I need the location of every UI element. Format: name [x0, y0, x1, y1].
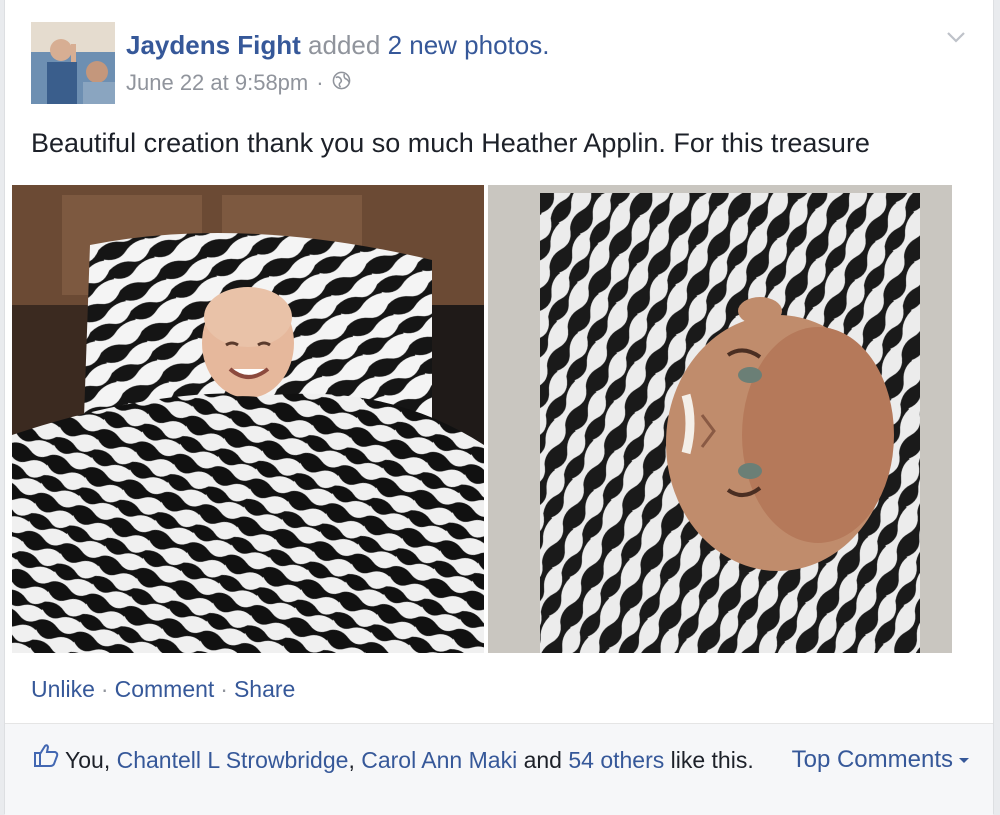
likes-you: You,: [65, 747, 117, 773]
liker-link[interactable]: Chantell L Strowbridge: [117, 747, 349, 773]
comment-button[interactable]: Comment: [115, 676, 215, 702]
top-comments-label: Top Comments: [791, 746, 953, 773]
thumbs-up-icon: [33, 742, 59, 768]
post-actions: Unlike · Comment · Share: [31, 676, 295, 703]
post-card: Jaydens Fight added 2 new photos. June 2…: [4, 0, 994, 815]
chevron-down-icon[interactable]: [945, 26, 967, 48]
post-header: Jaydens Fight added 2 new photos.: [126, 30, 549, 61]
caret-down-icon: [959, 758, 969, 764]
likes-and: and: [517, 747, 569, 773]
unlike-button[interactable]: Unlike: [31, 676, 95, 702]
avatar[interactable]: [31, 22, 115, 104]
photo-child-in-zebra-blanket[interactable]: [12, 185, 484, 653]
likes-comma: ,: [348, 747, 362, 773]
likes-summary: You, Chantell L Strowbridge, Carol Ann M…: [65, 744, 765, 777]
action-text: added: [300, 30, 388, 60]
author-link[interactable]: Jaydens Fight: [126, 30, 301, 60]
action-separator: ·: [220, 676, 228, 702]
post-text: Beautiful creation thank you so much Hea…: [31, 128, 870, 158]
globe-icon[interactable]: [332, 70, 351, 96]
photo-drawing-portrait[interactable]: [488, 185, 952, 653]
timestamp[interactable]: June 22 at 9:58pm: [126, 70, 308, 96]
share-button[interactable]: Share: [234, 676, 295, 702]
action-separator: ·: [100, 676, 109, 702]
meta-separator: ·: [316, 70, 324, 95]
likes-footer: You, Chantell L Strowbridge, Carol Ann M…: [5, 723, 993, 815]
liker-link[interactable]: Carol Ann Maki: [361, 747, 517, 773]
others-link[interactable]: 54 others: [568, 747, 664, 773]
top-comments-dropdown[interactable]: Top Comments: [792, 746, 969, 774]
post-meta: June 22 at 9:58pm ·: [126, 70, 351, 96]
likes-suffix: like this.: [664, 747, 754, 773]
photos-link[interactable]: 2 new photos.: [388, 30, 550, 60]
